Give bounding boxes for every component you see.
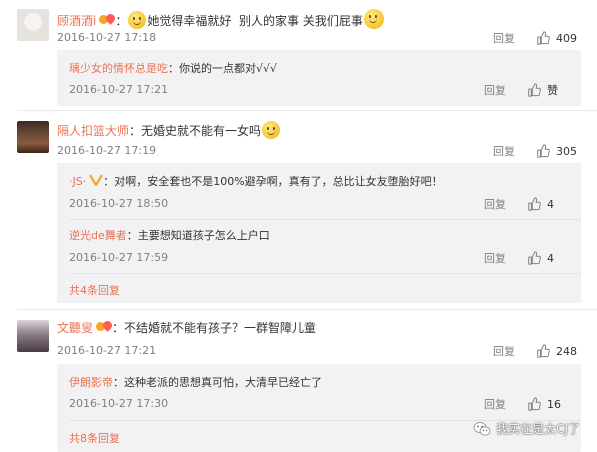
comment-text: 别人的家事 关我们屁事 xyxy=(239,14,363,28)
comment-body: 隔人扣篮大师：无婚史就不能有一女吗 xyxy=(57,121,281,139)
comment-body: 文聽叟 ：不结婚就不能有孩子？一群智障儿童 xyxy=(57,319,317,335)
like-count: 4 xyxy=(547,197,554,211)
reply-button[interactable]: 回复 xyxy=(493,343,515,359)
reply-list: ·JS· ：对啊，安全套也不是100%避孕啊，真有了，总比让女友堕胎好吧！ 201… xyxy=(57,163,581,303)
like-button[interactable]: 305 xyxy=(536,144,577,158)
avatar[interactable] xyxy=(17,9,49,41)
reply-text: 对啊，安全套也不是100%避孕啊，真有了，总比让女友堕胎好吧！ xyxy=(114,175,443,188)
comment-time: 2016-10-27 17:21 xyxy=(57,344,157,357)
comment-time: 2016-10-27 17:19 xyxy=(57,144,157,157)
like-button[interactable]: 4 xyxy=(527,251,565,265)
smile-emoji-icon xyxy=(262,121,281,139)
divider xyxy=(69,219,581,220)
reply-text: 主要想知道孩子怎么上户口 xyxy=(137,229,270,242)
like-button[interactable]: 赞 xyxy=(527,82,565,98)
thumbs-up-icon xyxy=(528,397,541,411)
comment-text: 不结婚就不能有孩子？一群智障儿童 xyxy=(124,321,317,335)
reply-button[interactable]: 回复 xyxy=(484,196,506,212)
vip-heart-badge-icon xyxy=(99,12,118,26)
comment-text: 无婚史就不能有一女吗 xyxy=(141,124,262,138)
thumbs-up-icon xyxy=(528,83,541,97)
comment-time: 2016-10-27 17:18 xyxy=(57,31,157,44)
reply-item: 逆光de舞者：主要想知道孩子怎么上户口 2016-10-27 17:59 回复 … xyxy=(69,221,581,271)
reply-button[interactable]: 回复 xyxy=(484,396,506,412)
comment: 顾酒酒i：她觉得幸福就好 别人的家事 关我们屁事 2016-10-27 17:1… xyxy=(0,0,597,113)
divider xyxy=(17,110,597,111)
reply-button[interactable]: 回复 xyxy=(493,30,515,46)
like-button[interactable]: 16 xyxy=(527,397,565,411)
vip-heart-badge-icon xyxy=(96,319,114,333)
reply-item: 伊朗影帝：这种老派的思想真可怕，大清早已经亡了 2016-10-27 17:30… xyxy=(69,364,581,416)
reply-username[interactable]: 瑀少女的情怀总是吃 xyxy=(69,62,168,75)
like-count: 305 xyxy=(556,144,577,158)
reply-button[interactable]: 回复 xyxy=(493,143,515,159)
more-replies-link[interactable]: 共8条回复 xyxy=(69,430,120,446)
reply-text: 这种老派的思想真可怕，大清早已经亡了 xyxy=(124,376,322,389)
smile-emoji-icon xyxy=(128,11,147,29)
like-count: 4 xyxy=(547,251,554,265)
reply-username[interactable]: 逆光de舞者 xyxy=(69,229,127,242)
like-count: 248 xyxy=(556,344,577,358)
like-button[interactable]: 4 xyxy=(527,197,565,211)
reply-time: 2016-10-27 18:50 xyxy=(69,197,169,210)
username[interactable]: 隔人扣篮大师 xyxy=(57,124,129,138)
watermark: 我实在是太CJ了 xyxy=(473,420,580,437)
reply-button[interactable]: 回复 xyxy=(484,250,506,266)
more-replies-link[interactable]: 共4条回复 xyxy=(69,282,120,298)
like-count: 409 xyxy=(556,31,577,45)
v-verified-icon xyxy=(89,174,104,186)
reply-list: 伊朗影帝：这种老派的思想真可怕，大清早已经亡了 2016-10-27 17:30… xyxy=(57,364,581,452)
comment-text: 她觉得幸福就好 xyxy=(147,14,232,28)
divider xyxy=(69,273,581,274)
avatar[interactable] xyxy=(17,320,49,352)
reply-text: 你说的一点都对√√√ xyxy=(179,62,278,75)
reply-username[interactable]: 伊朗影帝 xyxy=(69,376,113,389)
wechat-icon xyxy=(473,421,491,436)
thumbs-up-icon xyxy=(528,251,541,265)
reply-time: 2016-10-27 17:21 xyxy=(69,83,169,96)
thumbs-up-icon xyxy=(537,144,550,158)
username[interactable]: 顾酒酒i xyxy=(57,14,96,28)
reply-time: 2016-10-27 17:59 xyxy=(69,251,169,264)
reply-list: 瑀少女的情怀总是吃：你说的一点都对√√√ 2016-10-27 17:21 回复… xyxy=(57,50,581,106)
like-button[interactable]: 248 xyxy=(536,344,577,358)
like-count: 16 xyxy=(547,397,561,411)
comment-body: 顾酒酒i：她觉得幸福就好 别人的家事 关我们屁事 xyxy=(57,9,385,29)
watermark-text: 我实在是太CJ了 xyxy=(496,422,580,436)
reply-username[interactable]: ·JS· xyxy=(69,175,86,188)
smile-emoji-icon xyxy=(363,9,384,29)
like-count: 赞 xyxy=(547,84,558,97)
reply-button[interactable]: 回复 xyxy=(484,82,506,98)
thumbs-up-icon xyxy=(537,31,550,45)
username[interactable]: 文聽叟 xyxy=(57,321,93,335)
avatar[interactable] xyxy=(17,121,49,153)
divider xyxy=(17,309,597,310)
like-button[interactable]: 409 xyxy=(536,31,577,45)
thumbs-up-icon xyxy=(537,344,550,358)
reply-item: 瑀少女的情怀总是吃：你说的一点都对√√√ 2016-10-27 17:21 回复… xyxy=(69,50,581,106)
thumbs-up-icon xyxy=(528,197,541,211)
reply-item: ·JS· ：对啊，安全套也不是100%避孕啊，真有了，总比让女友堕胎好吧！ 201… xyxy=(69,163,581,215)
reply-time: 2016-10-27 17:30 xyxy=(69,397,169,410)
comment: 隔人扣篮大师：无婚史就不能有一女吗 2016-10-27 17:19 回复 30… xyxy=(0,113,597,308)
